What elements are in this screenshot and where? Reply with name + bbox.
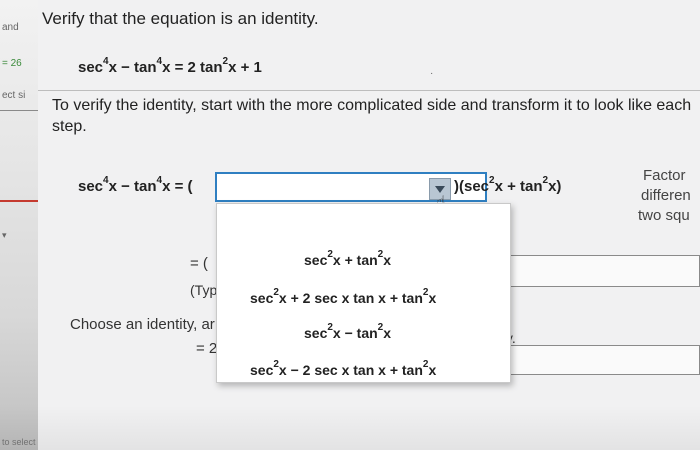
- side-note-factor: Factor: [643, 167, 686, 184]
- type-hint: (Typ: [190, 282, 218, 298]
- strip-text-ect: ect si: [2, 90, 26, 101]
- step2-answer-input[interactable]: [509, 255, 700, 287]
- step3-answer-input[interactable]: [502, 345, 700, 375]
- choose-identity-label: Choose an identity, ar: [70, 316, 215, 333]
- step1-lhs: sec4x − tan4x = (: [78, 175, 193, 195]
- identity-options-dropdown[interactable]: sec2x + tan2x sec2x + 2 sec x tan x + ta…: [216, 203, 511, 383]
- question-panel: Verify that the equation is an identity.…: [38, 0, 700, 450]
- strip-text-and: and: [2, 22, 19, 33]
- question-title: Verify that the equation is an identity.: [42, 9, 319, 28]
- strip-text-select: to select you: [2, 437, 38, 447]
- dropdown-option-3[interactable]: sec2x − tan2x: [304, 322, 391, 341]
- step3-equals: = 2: [196, 340, 218, 357]
- strip-red-line: [0, 200, 38, 202]
- step2-equals: = (: [190, 255, 208, 272]
- strip-text-number: = 26: [2, 58, 22, 69]
- strip-divider: [0, 110, 38, 111]
- left-background-panel: and = 26 ect si ▾ to select you: [0, 0, 38, 450]
- dropdown-option-4[interactable]: sec2x − 2 sec x tan x + tan2x: [250, 359, 436, 378]
- instructions-text: To verify the identity, start with the m…: [52, 97, 692, 135]
- dropdown-option-2[interactable]: sec2x + 2 sec x tan x + tan2x: [250, 287, 436, 306]
- side-note-squares: two squ: [638, 207, 690, 224]
- dot-mark: ·: [430, 68, 434, 79]
- step1-rhs: )(sec2x + tan2x): [454, 175, 562, 195]
- side-note-difference: differen: [641, 187, 691, 204]
- dropdown-option-1[interactable]: sec2x + tan2x: [304, 249, 391, 268]
- strip-marker: ▾: [2, 230, 7, 240]
- divider: [38, 90, 700, 91]
- main-equation: sec4x − tan4x = 2 tan2x + 1: [78, 56, 262, 76]
